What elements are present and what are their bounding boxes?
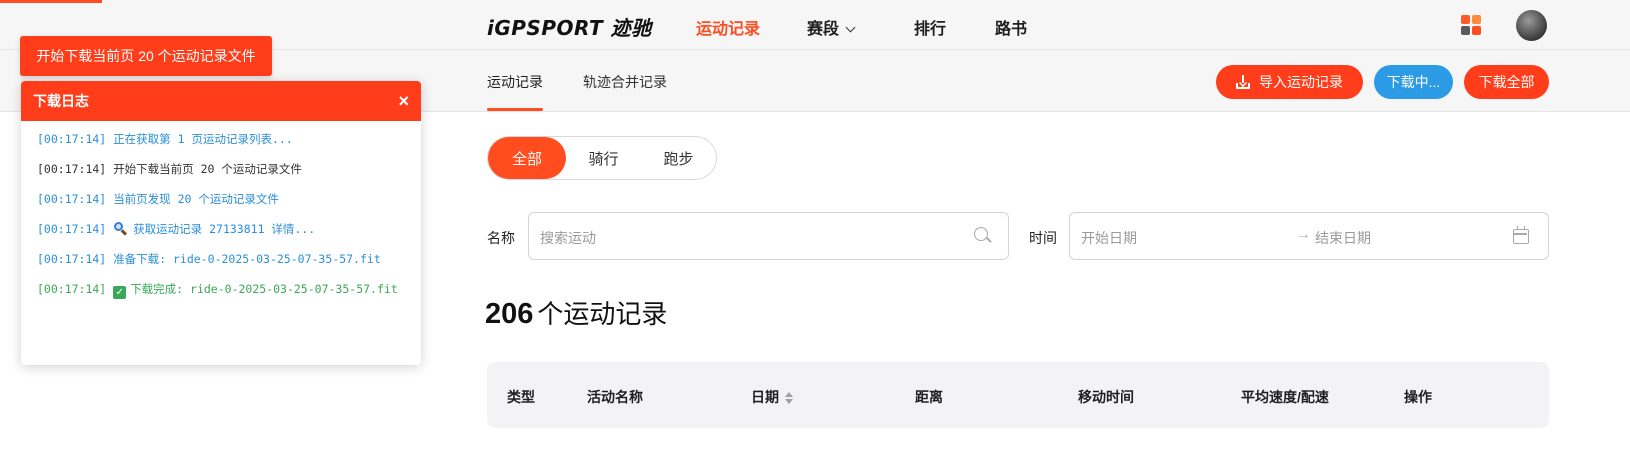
- log-text: 正在获取第 1 页运动记录列表...: [113, 132, 293, 146]
- apps-grid-icon[interactable]: [1461, 15, 1481, 35]
- name-label: 名称: [487, 230, 515, 246]
- calendar-icon[interactable]: [1513, 226, 1529, 244]
- active-tab-indicator: [487, 108, 543, 111]
- downloading-button[interactable]: 下载中...: [1374, 65, 1453, 99]
- log-text: 下载完成: ride-0-2025-03-25-07-35-57.fit: [130, 282, 398, 296]
- column-activity-name: 活动名称: [587, 389, 643, 405]
- nav-segments[interactable]: 赛段: [807, 15, 856, 39]
- download-all-button[interactable]: 下载全部: [1464, 65, 1549, 99]
- nav-segments-label: 赛段: [807, 21, 840, 38]
- download-log-title: 下载日志: [33, 93, 89, 109]
- log-entry: [00:17:14] 正在获取第 1 页运动记录列表...: [37, 129, 405, 149]
- log-text: 当前页发现 20 个运动记录文件: [113, 192, 279, 206]
- import-activity-button[interactable]: 导入运动记录: [1216, 65, 1363, 99]
- column-actions: 操作: [1404, 389, 1432, 405]
- avatar[interactable]: [1516, 10, 1547, 41]
- column-date[interactable]: 日期: [751, 387, 793, 407]
- log-time: [00:17:14]: [37, 132, 107, 146]
- log-entry: [00:17:14] 当前页发现 20 个运动记录文件: [37, 189, 405, 209]
- log-time: [00:17:14]: [37, 252, 107, 266]
- log-time: [00:17:14]: [37, 222, 107, 236]
- column-avg-speed: 平均速度/配速: [1241, 389, 1329, 405]
- log-text: 准备下载: ride-0-2025-03-25-07-35-57.fit: [113, 252, 381, 266]
- log-entry: [00:17:14] 准备下载: ride-0-2025-03-25-07-35…: [37, 249, 405, 269]
- range-arrow-icon: →: [1295, 226, 1311, 243]
- log-time: [00:17:14]: [37, 192, 107, 206]
- sport-type-filter: 全部 骑行 跑步: [487, 136, 717, 180]
- start-date-field[interactable]: 开始日期: [1081, 228, 1137, 248]
- brand-logo[interactable]: iGPSPORT 迹驰: [487, 12, 652, 41]
- log-entry: [00:17:14] 开始下载当前页 20 个运动记录文件: [37, 159, 405, 179]
- top-accent-bar: [0, 0, 102, 3]
- nav-ranking[interactable]: 排行: [914, 15, 946, 39]
- chevron-down-icon: [845, 22, 856, 33]
- download-log-panel: 下载日志 × [00:17:14] 正在获取第 1 页运动记录列表... [00…: [21, 81, 421, 365]
- nav-activities[interactable]: 运动记录: [696, 15, 760, 39]
- date-range-picker[interactable]: 开始日期 → 结束日期: [1069, 212, 1549, 260]
- import-button-label: 导入运动记录: [1259, 74, 1343, 90]
- log-entry: [00:17:14] 获取运动记录 27133811 详情...: [37, 219, 405, 239]
- column-date-label: 日期: [751, 389, 779, 405]
- table-header: 类型 活动名称 日期 距离 移动时间 平均速度/配速 操作: [487, 362, 1549, 428]
- activity-count: 206 个运动记录: [485, 294, 667, 331]
- tab-track-merge[interactable]: 轨迹合并记录: [583, 72, 667, 92]
- tab-activities[interactable]: 运动记录: [487, 72, 543, 92]
- nav-routes[interactable]: 路书: [995, 15, 1027, 39]
- search-placeholder: 搜索运动: [540, 230, 596, 246]
- download-log-header: 下载日志 ×: [21, 81, 421, 121]
- check-mark-icon: ✓: [113, 286, 127, 299]
- download-icon: [1236, 75, 1250, 89]
- time-label: 时间: [1029, 230, 1057, 246]
- end-date-field[interactable]: 结束日期: [1315, 228, 1371, 248]
- column-distance: 距离: [915, 389, 943, 405]
- log-time: [00:17:14]: [37, 282, 107, 296]
- close-icon[interactable]: ×: [398, 92, 409, 110]
- magnifier-icon: [113, 222, 128, 236]
- filter-all[interactable]: 全部: [488, 137, 566, 179]
- filter-cycling[interactable]: 骑行: [566, 137, 641, 179]
- log-time: [00:17:14]: [37, 162, 107, 176]
- download-toast: 开始下载当前页 20 个运动记录文件: [20, 36, 272, 76]
- download-log-list: [00:17:14] 正在获取第 1 页运动记录列表... [00:17:14]…: [21, 121, 421, 299]
- log-entry: [00:17:14] ✓ 下载完成: ride-0-2025-03-25-07-3…: [37, 279, 405, 299]
- search-input[interactable]: 搜索运动: [528, 212, 1009, 260]
- activity-count-number: 206: [485, 298, 534, 330]
- log-text: 开始下载当前页 20 个运动记录文件: [113, 162, 302, 176]
- activity-count-label: 个运动记录: [537, 299, 668, 329]
- column-type: 类型: [507, 389, 535, 405]
- log-text: 获取运动记录 27133811 详情...: [133, 222, 316, 236]
- search-icon[interactable]: [974, 227, 992, 244]
- sort-icon[interactable]: [785, 392, 793, 404]
- column-moving-time: 移动时间: [1078, 389, 1134, 405]
- filter-running[interactable]: 跑步: [641, 137, 716, 179]
